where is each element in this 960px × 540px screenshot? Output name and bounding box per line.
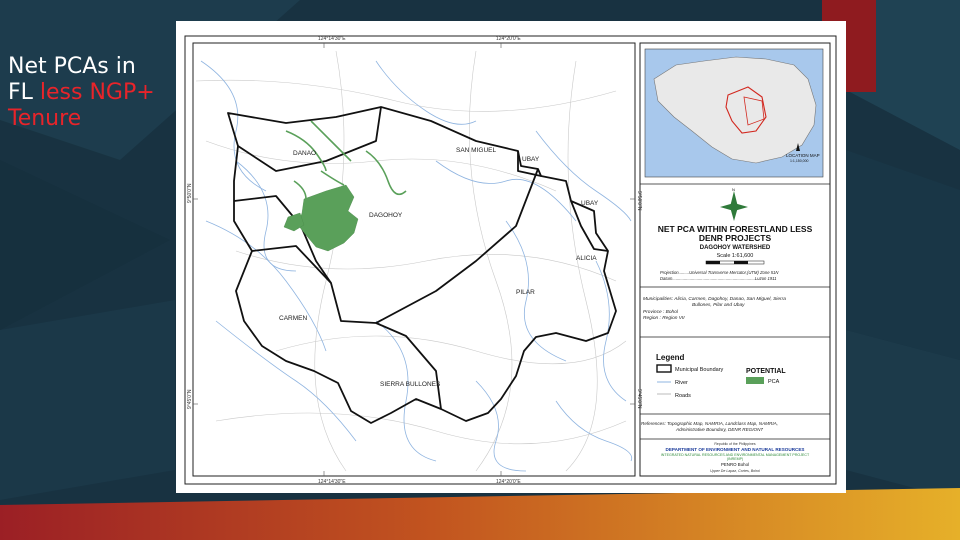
location-map-scale: 1:1,150,000 [790,159,809,163]
north-arrow-icon: N [720,187,748,221]
denr-label: DEPARTMENT OF ENVIRONMENT AND NATURAL RE… [666,447,805,452]
coord-bottom-left: 124°14'30"E [318,479,346,485]
references-line-2: Administrative Boundary, DENR REGION7 [675,427,763,432]
legend-boundary-swatch [656,364,672,373]
legend-pca-swatch [746,377,764,384]
coord-right-upper: 9°50'0"N [636,191,642,211]
map-sheet-svg: 124°14'30"E 124°20'0"E 124°14'30"E 124°2… [184,35,837,485]
location-map-label: LOCATION MAP [786,153,820,158]
label-sierra-bullones: SIERRA BULLONES [380,381,441,388]
label-ubay-north: UBAY [522,156,540,163]
map-scale: Scale 1:61,600 [717,253,754,259]
coord-left-lower: 9°45'0"N [187,389,193,409]
penro-label: PENRO Bohol [721,462,749,467]
slide-title-line-2: FL less NGP+ [8,80,168,106]
slide-title: Net PCAs in FL less NGP+ Tenure [8,54,168,132]
label-ubay-east: UBAY [581,200,599,207]
label-san-miguel: SAN MIGUEL [456,147,496,154]
coord-left-upper: 9°50'0"N [187,183,193,203]
coord-top-right: 124°20'0"E [496,36,521,42]
datum-info: Datum...................................… [660,276,777,281]
municipalities-line-1: Municipalities: Alicia, Carmen, Dagohoy,… [643,296,786,302]
legend-boundary-label: Municipal Boundary [675,367,724,373]
map-main-frame [192,42,636,477]
municipalities-line-2: Bullones, Pilar and Ubay [692,302,745,308]
label-pilar: PILAR [516,289,535,296]
legend-river-label: River [675,380,688,386]
label-alicia: ALICIA [576,255,597,262]
label-danao: DANAO [293,150,316,157]
map-subtitle: DAGOHOY WATERSHED [700,245,771,251]
address-label: Upper De Lapaz, Cortes, Bohol [710,469,760,473]
label-carmen: CARMEN [279,315,307,322]
label-dagohoy: DAGOHOY [369,212,403,219]
project-label-line-2: (INREMP) [727,457,743,461]
legend-potential-heading: POTENTIAL [746,368,786,375]
coord-bottom-right: 124°20'0"E [496,479,521,485]
scale-bar [705,260,765,265]
slide-title-fl: FL [8,80,40,105]
coord-right-lower: 9°45'0"N [636,389,642,409]
region-info: Region : Region VII [643,315,685,321]
map-title-line-2: DENR PROJECTS [699,233,772,243]
coord-top-left: 124°14'30"E [318,36,346,42]
slide-title-highlight: less NGP+ [39,80,155,105]
republic-label: Republic of the Philippines [714,442,755,446]
province-info: Province : Bohol [643,309,679,315]
slide-title-line-1: Net PCAs in [8,54,136,79]
projection-info: Projection.........Universal Transverse … [660,270,779,275]
svg-text:N: N [732,187,735,192]
map-sheet: 124°14'30"E 124°20'0"E 124°14'30"E 124°2… [176,21,846,493]
legend-roads-label: Roads [675,393,691,399]
references-line-1: References: Topographic Map, NAMRIA, Lan… [641,421,778,426]
legend-title: Legend [656,353,685,362]
legend-pca-label: PCA [768,379,780,385]
slide-title-line-3: Tenure [8,106,82,131]
